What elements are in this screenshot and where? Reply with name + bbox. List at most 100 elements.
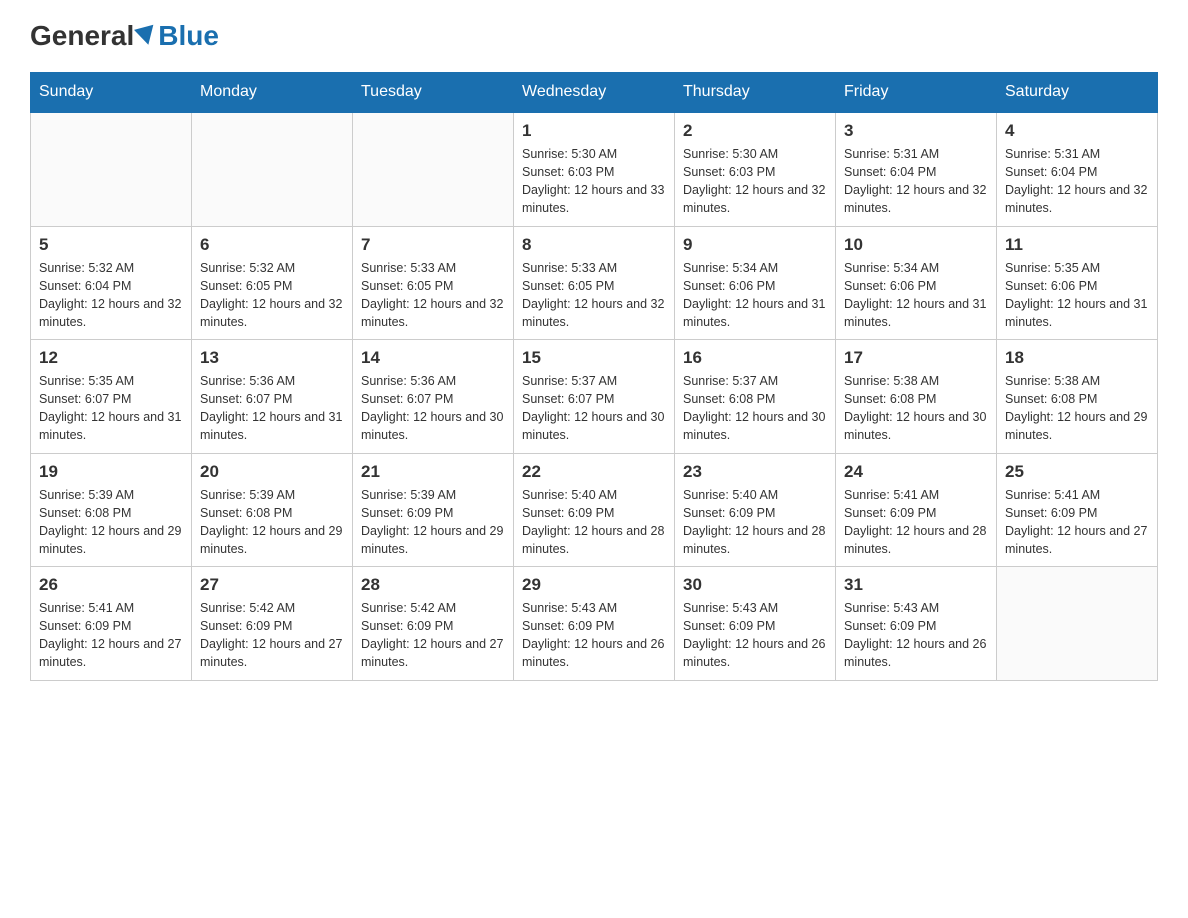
calendar-week-row: 12 Sunrise: 5:35 AM Sunset: 6:07 PM Dayli…: [31, 340, 1158, 454]
day-info: Sunrise: 5:33 AM Sunset: 6:05 PM Dayligh…: [522, 259, 666, 332]
day-info: Sunrise: 5:31 AM Sunset: 6:04 PM Dayligh…: [1005, 145, 1149, 218]
calendar-cell: [353, 112, 514, 226]
day-number: 26: [39, 575, 183, 595]
calendar-cell: 25 Sunrise: 5:41 AM Sunset: 6:09 PM Dayli…: [997, 453, 1158, 567]
logo-blue-text: Blue: [158, 20, 219, 52]
day-number: 29: [522, 575, 666, 595]
day-number: 9: [683, 235, 827, 255]
logo: General Blue: [30, 20, 219, 52]
calendar-cell: 27Sunrise: 5:42 AM Sunset: 6:09 PM Dayli…: [192, 567, 353, 681]
day-info: Sunrise: 5:42 AM Sunset: 6:09 PM Dayligh…: [361, 599, 505, 672]
calendar-cell: 8 Sunrise: 5:33 AM Sunset: 6:05 PM Daylig…: [514, 226, 675, 340]
day-info: Sunrise: 5:39 AM Sunset: 6:08 PM Dayligh…: [39, 486, 183, 559]
weekday-header-row: SundayMondayTuesdayWednesdayThursdayFrid…: [31, 73, 1158, 113]
day-number: 30: [683, 575, 827, 595]
day-info: Sunrise: 5:37 AM Sunset: 6:07 PM Dayligh…: [522, 372, 666, 445]
calendar-week-row: 5 Sunrise: 5:32 AM Sunset: 6:04 PM Daylig…: [31, 226, 1158, 340]
weekday-header-wednesday: Wednesday: [514, 73, 675, 113]
weekday-header-sunday: Sunday: [31, 73, 192, 113]
day-info: Sunrise: 5:41 AM Sunset: 6:09 PM Dayligh…: [39, 599, 183, 672]
calendar-cell: 16 Sunrise: 5:37 AM Sunset: 6:08 PM Dayli…: [675, 340, 836, 454]
day-info: Sunrise: 5:32 AM Sunset: 6:04 PM Dayligh…: [39, 259, 183, 332]
calendar-table: SundayMondayTuesdayWednesdayThursdayFrid…: [30, 72, 1158, 681]
calendar-cell: 21 Sunrise: 5:39 AM Sunset: 6:09 PM Dayli…: [353, 453, 514, 567]
day-number: 21: [361, 462, 505, 482]
day-info: Sunrise: 5:41 AM Sunset: 6:09 PM Dayligh…: [1005, 486, 1149, 559]
day-info: Sunrise: 5:38 AM Sunset: 6:08 PM Dayligh…: [1005, 372, 1149, 445]
day-info: Sunrise: 5:35 AM Sunset: 6:07 PM Dayligh…: [39, 372, 183, 445]
weekday-header-tuesday: Tuesday: [353, 73, 514, 113]
day-number: 25: [1005, 462, 1149, 482]
day-number: 18: [1005, 348, 1149, 368]
calendar-cell: 24Sunrise: 5:41 AM Sunset: 6:09 PM Dayli…: [836, 453, 997, 567]
calendar-cell: 13Sunrise: 5:36 AM Sunset: 6:07 PM Dayli…: [192, 340, 353, 454]
calendar-cell: 22 Sunrise: 5:40 AM Sunset: 6:09 PM Dayli…: [514, 453, 675, 567]
day-number: 10: [844, 235, 988, 255]
calendar-cell: 5 Sunrise: 5:32 AM Sunset: 6:04 PM Daylig…: [31, 226, 192, 340]
day-info: Sunrise: 5:31 AM Sunset: 6:04 PM Dayligh…: [844, 145, 988, 218]
day-info: Sunrise: 5:40 AM Sunset: 6:09 PM Dayligh…: [522, 486, 666, 559]
calendar-cell: 17Sunrise: 5:38 AM Sunset: 6:08 PM Dayli…: [836, 340, 997, 454]
calendar-cell: 28 Sunrise: 5:42 AM Sunset: 6:09 PM Dayli…: [353, 567, 514, 681]
calendar-cell: 14Sunrise: 5:36 AM Sunset: 6:07 PM Dayli…: [353, 340, 514, 454]
calendar-cell: [192, 112, 353, 226]
logo-triangle-icon: [134, 25, 158, 48]
day-number: 31: [844, 575, 988, 595]
calendar-cell: 30 Sunrise: 5:43 AM Sunset: 6:09 PM Dayli…: [675, 567, 836, 681]
day-info: Sunrise: 5:33 AM Sunset: 6:05 PM Dayligh…: [361, 259, 505, 332]
day-number: 28: [361, 575, 505, 595]
calendar-cell: 10 Sunrise: 5:34 AM Sunset: 6:06 PM Dayli…: [836, 226, 997, 340]
day-number: 24: [844, 462, 988, 482]
day-info: Sunrise: 5:40 AM Sunset: 6:09 PM Dayligh…: [683, 486, 827, 559]
calendar-cell: [997, 567, 1158, 681]
day-info: Sunrise: 5:36 AM Sunset: 6:07 PM Dayligh…: [200, 372, 344, 445]
calendar-week-row: 1 Sunrise: 5:30 AM Sunset: 6:03 PM Daylig…: [31, 112, 1158, 226]
day-info: Sunrise: 5:43 AM Sunset: 6:09 PM Dayligh…: [844, 599, 988, 672]
calendar-cell: 6 Sunrise: 5:32 AM Sunset: 6:05 PM Daylig…: [192, 226, 353, 340]
day-number: 16: [683, 348, 827, 368]
calendar-cell: 4 Sunrise: 5:31 AM Sunset: 6:04 PM Daylig…: [997, 112, 1158, 226]
day-info: Sunrise: 5:34 AM Sunset: 6:06 PM Dayligh…: [683, 259, 827, 332]
calendar-cell: 9 Sunrise: 5:34 AM Sunset: 6:06 PM Daylig…: [675, 226, 836, 340]
day-number: 22: [522, 462, 666, 482]
weekday-header-thursday: Thursday: [675, 73, 836, 113]
day-info: Sunrise: 5:43 AM Sunset: 6:09 PM Dayligh…: [522, 599, 666, 672]
day-number: 4: [1005, 121, 1149, 141]
logo-general-text: General: [30, 20, 134, 52]
day-number: 2: [683, 121, 827, 141]
calendar-cell: 11Sunrise: 5:35 AM Sunset: 6:06 PM Dayli…: [997, 226, 1158, 340]
day-number: 3: [844, 121, 988, 141]
calendar-cell: 7 Sunrise: 5:33 AM Sunset: 6:05 PM Daylig…: [353, 226, 514, 340]
day-number: 17: [844, 348, 988, 368]
day-info: Sunrise: 5:30 AM Sunset: 6:03 PM Dayligh…: [683, 145, 827, 218]
calendar-cell: 23 Sunrise: 5:40 AM Sunset: 6:09 PM Dayli…: [675, 453, 836, 567]
day-info: Sunrise: 5:32 AM Sunset: 6:05 PM Dayligh…: [200, 259, 344, 332]
day-info: Sunrise: 5:34 AM Sunset: 6:06 PM Dayligh…: [844, 259, 988, 332]
calendar-cell: 15Sunrise: 5:37 AM Sunset: 6:07 PM Dayli…: [514, 340, 675, 454]
calendar-cell: 1 Sunrise: 5:30 AM Sunset: 6:03 PM Daylig…: [514, 112, 675, 226]
calendar-cell: 2 Sunrise: 5:30 AM Sunset: 6:03 PM Daylig…: [675, 112, 836, 226]
weekday-header-saturday: Saturday: [997, 73, 1158, 113]
day-number: 6: [200, 235, 344, 255]
day-info: Sunrise: 5:43 AM Sunset: 6:09 PM Dayligh…: [683, 599, 827, 672]
day-info: Sunrise: 5:39 AM Sunset: 6:09 PM Dayligh…: [361, 486, 505, 559]
calendar-cell: 20Sunrise: 5:39 AM Sunset: 6:08 PM Dayli…: [192, 453, 353, 567]
day-info: Sunrise: 5:42 AM Sunset: 6:09 PM Dayligh…: [200, 599, 344, 672]
header: General Blue: [30, 20, 1158, 52]
day-info: Sunrise: 5:37 AM Sunset: 6:08 PM Dayligh…: [683, 372, 827, 445]
day-number: 1: [522, 121, 666, 141]
day-number: 23: [683, 462, 827, 482]
day-number: 7: [361, 235, 505, 255]
calendar-week-row: 26 Sunrise: 5:41 AM Sunset: 6:09 PM Dayli…: [31, 567, 1158, 681]
weekday-header-monday: Monday: [192, 73, 353, 113]
calendar-cell: [31, 112, 192, 226]
day-number: 12: [39, 348, 183, 368]
day-info: Sunrise: 5:39 AM Sunset: 6:08 PM Dayligh…: [200, 486, 344, 559]
day-info: Sunrise: 5:30 AM Sunset: 6:03 PM Dayligh…: [522, 145, 666, 218]
calendar-cell: 29 Sunrise: 5:43 AM Sunset: 6:09 PM Dayli…: [514, 567, 675, 681]
calendar-cell: 3 Sunrise: 5:31 AM Sunset: 6:04 PM Daylig…: [836, 112, 997, 226]
calendar-cell: 12 Sunrise: 5:35 AM Sunset: 6:07 PM Dayli…: [31, 340, 192, 454]
calendar-cell: 31 Sunrise: 5:43 AM Sunset: 6:09 PM Dayli…: [836, 567, 997, 681]
day-number: 8: [522, 235, 666, 255]
day-number: 5: [39, 235, 183, 255]
